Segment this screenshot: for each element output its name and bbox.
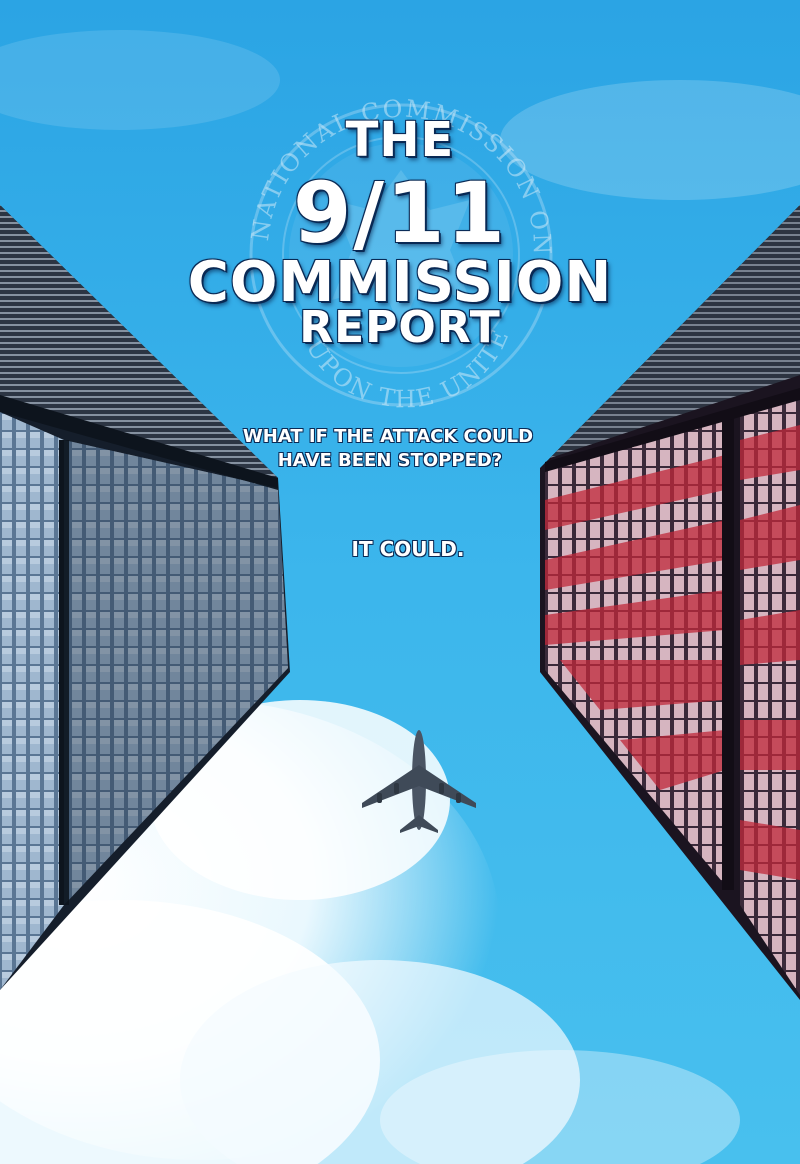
- tagline-answer: IT COULD.: [351, 537, 465, 561]
- movie-poster: NATIONAL COMMISSION ON TERRORIST ATTACKS…: [0, 0, 800, 1164]
- title-number: 9/11: [292, 164, 508, 262]
- tagline-question-line2: HAVE BEEN STOPPED?: [277, 450, 503, 471]
- title-report: REPORT: [299, 302, 501, 353]
- title-the: THE: [345, 112, 455, 168]
- tagline-question-line1: WHAT IF THE ATTACK COULD: [242, 426, 534, 447]
